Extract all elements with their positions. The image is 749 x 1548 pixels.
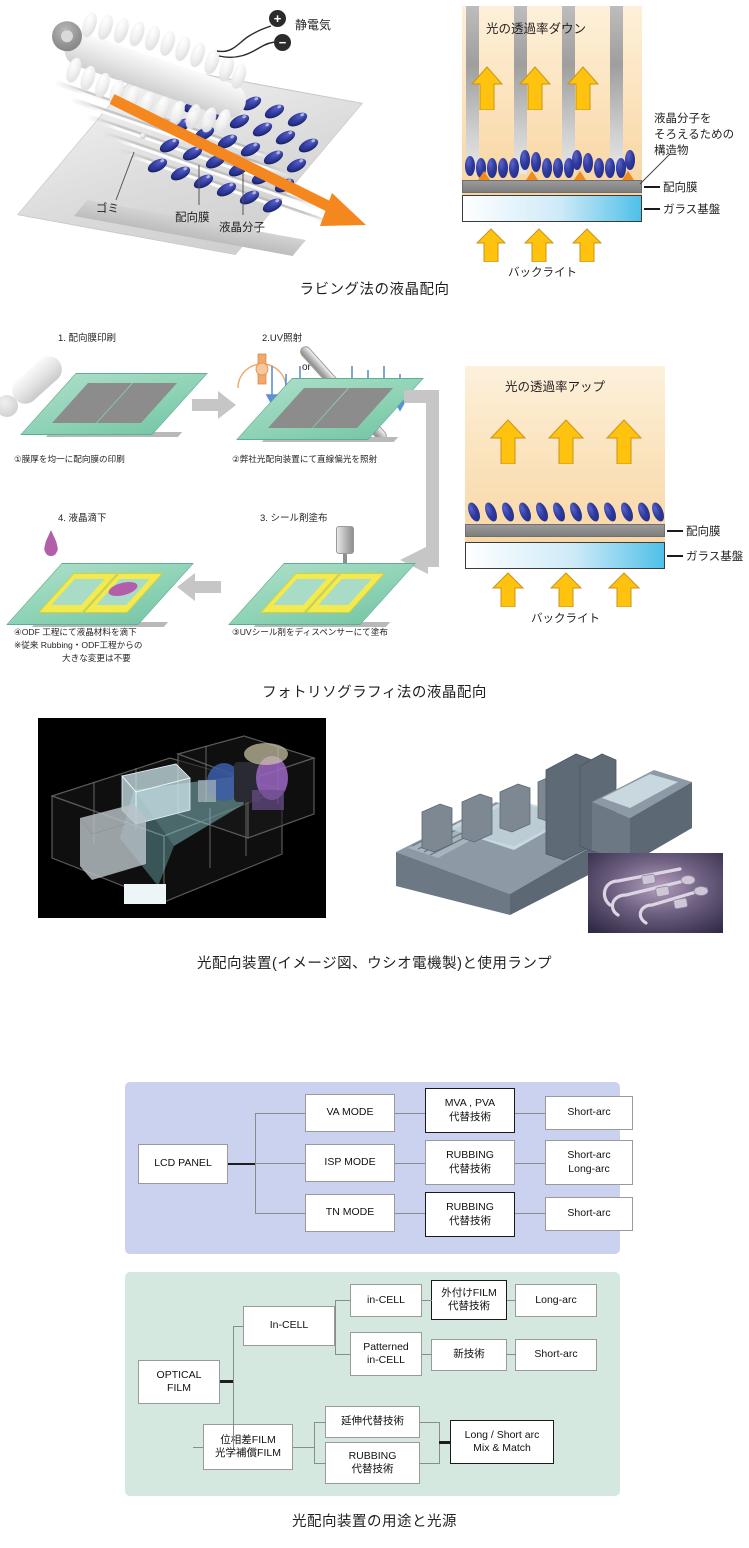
label-dust: ゴミ — [96, 203, 119, 215]
label-alignment-film-xs1: 配向膜 — [663, 182, 698, 194]
tech-in-cell[interactable]: 外付けFILM 代替技術 — [431, 1280, 507, 1320]
light-out-arrows-2 — [489, 419, 643, 464]
lc-droplet-icon — [44, 530, 58, 556]
step2-desc: ②弊社光配向装置にて直線偏光を照射 — [232, 454, 378, 464]
rubbing-label-group: ゴミ 配向膜 液晶分子 — [0, 0, 420, 260]
backlight-label-2: バックライト — [531, 613, 600, 625]
source-isp[interactable]: Short-arc Long-arc — [545, 1140, 633, 1185]
source-va[interactable]: Short-arc — [545, 1096, 633, 1130]
section-equipment-photos: 光配向装置(イメージ図、ウシオ電機製)と使用ランプ — [0, 710, 749, 1000]
tech-stretch[interactable]: 延伸代替技術 — [325, 1406, 420, 1438]
label-alignment-film: 配向膜 — [175, 212, 210, 224]
structure-label-line1: 液晶分子を — [654, 113, 712, 125]
node-in-cell[interactable]: in-CELL — [350, 1284, 422, 1317]
flowchart-lcd-panel: LCD PANEL VA MODE ISP MODE TN MODE MVA ,… — [125, 1082, 633, 1254]
step2-title: 2.UV照射 — [262, 333, 303, 344]
step4-title: 4. 液晶滴下 — [58, 513, 107, 524]
caption-applications: 光配向装置の用途と光源 — [292, 1514, 457, 1530]
photo-uv-lamp — [588, 853, 723, 933]
caption-equipment: 光配向装置(イメージ図、ウシオ電機製)と使用ランプ — [197, 956, 552, 972]
tech-patterned-in-cell[interactable]: 新技術 — [431, 1339, 507, 1371]
structure-label-line3: 構造物 — [654, 145, 689, 157]
caption-rubbing: ラビング法の液晶配向 — [299, 282, 450, 298]
step4-desc-line3: 大きな変更は不要 — [62, 653, 131, 663]
tech-va[interactable]: MVA , PVA 代替技術 — [425, 1088, 515, 1133]
node-tn-mode[interactable]: TN MODE — [305, 1194, 395, 1232]
source-mix-match[interactable]: Long / Short arc Mix & Match — [450, 1420, 554, 1464]
node-lcd-panel[interactable]: LCD PANEL — [138, 1144, 228, 1184]
node-patterned-in-cell[interactable]: Patterned in-CELL — [350, 1332, 422, 1376]
node-isp-mode[interactable]: ISP MODE — [305, 1144, 395, 1182]
step3-illustration — [228, 526, 428, 627]
source-in-cell[interactable]: Long-arc — [515, 1284, 597, 1317]
section-applications-and-light-sources: LCD PANEL VA MODE ISP MODE TN MODE MVA ,… — [0, 1070, 749, 1548]
label-glass-xs1: ガラス基盤 — [663, 204, 721, 216]
source-tn[interactable]: Short-arc — [545, 1197, 633, 1231]
dispenser-icon — [336, 526, 354, 554]
alignment-film-layer — [462, 180, 642, 193]
tech-rubbing-film[interactable]: RUBBING 代替技術 — [325, 1442, 420, 1484]
node-optical-film[interactable]: OPTICAL FILM — [138, 1360, 220, 1404]
node-in-cell-group[interactable]: In-CELL — [243, 1306, 335, 1346]
cross-section-photoalignment: 光の透過率アップ 配向膜 ガラス基盤 バックライト — [455, 366, 745, 626]
section-rubbing-alignment: + − 静電気 ゴミ 配向膜 液晶分子 光の透過率ダウン 液晶分子を そろえるた… — [0, 0, 749, 310]
section-photolithography-alignment: 1. 配向膜印刷 ①膜厚を均一に配向膜の印刷 2.UV照射 or ②弊社光配向装… — [0, 318, 749, 713]
node-retardation-film[interactable]: 位相差FILM 光学補償FILM — [203, 1424, 293, 1470]
caption-photolithography: フォトリソグラフィ法の液晶配向 — [262, 685, 487, 701]
step1-illustration — [0, 350, 208, 443]
glass-substrate-layer — [462, 195, 642, 222]
step4-desc-line1: ④ODF 工程にて液晶材料を滴下 — [14, 627, 137, 637]
label-lc-molecule: 液晶分子 — [219, 222, 265, 234]
step1-title: 1. 配向膜印刷 — [58, 333, 117, 344]
lc-layer-rubbing — [462, 148, 642, 180]
alignment-film-layer-2 — [465, 524, 665, 537]
photo-equipment-concept — [38, 718, 326, 918]
cross-section-rubbing: 光の透過率ダウン 液晶分子を そろえるための 構造物 配向膜 ガラス基盤 バック… — [452, 6, 742, 279]
node-va-mode[interactable]: VA MODE — [305, 1094, 395, 1132]
structure-label-line2: そろえるための — [654, 129, 735, 141]
backlight-arrows-2 — [491, 572, 641, 607]
label-glass-xs2: ガラス基盤 — [686, 551, 744, 563]
step3-desc: ③UVシール剤をディスペンサーにて塗布 — [232, 627, 388, 637]
step1-desc: ①膜厚を均一に配向膜の印刷 — [14, 454, 125, 464]
light-out-arrows — [470, 66, 600, 110]
label-alignment-film-xs2: 配向膜 — [686, 526, 721, 538]
backlight-arrows — [475, 228, 603, 262]
tech-tn[interactable]: RUBBING 代替技術 — [425, 1192, 515, 1237]
lc-layer-photoalign — [465, 498, 667, 524]
step3-title: 3. シール剤塗布 — [260, 513, 328, 524]
transmittance-up-title: 光の透過率アップ — [505, 380, 606, 394]
step4-illustration — [6, 526, 200, 627]
tech-isp[interactable]: RUBBING 代替技術 — [425, 1140, 515, 1185]
step4-desc-line2: ※従来 Rubbing・ODF工程からの — [14, 640, 143, 650]
glass-substrate-layer-2 — [465, 542, 665, 569]
source-patterned-in-cell[interactable]: Short-arc — [515, 1339, 597, 1371]
transmittance-down-title: 光の透過率ダウン — [486, 22, 587, 36]
flowchart-optical-film: OPTICAL FILM In-CELL in-CELL 外付けFILM 代替技… — [125, 1272, 620, 1496]
